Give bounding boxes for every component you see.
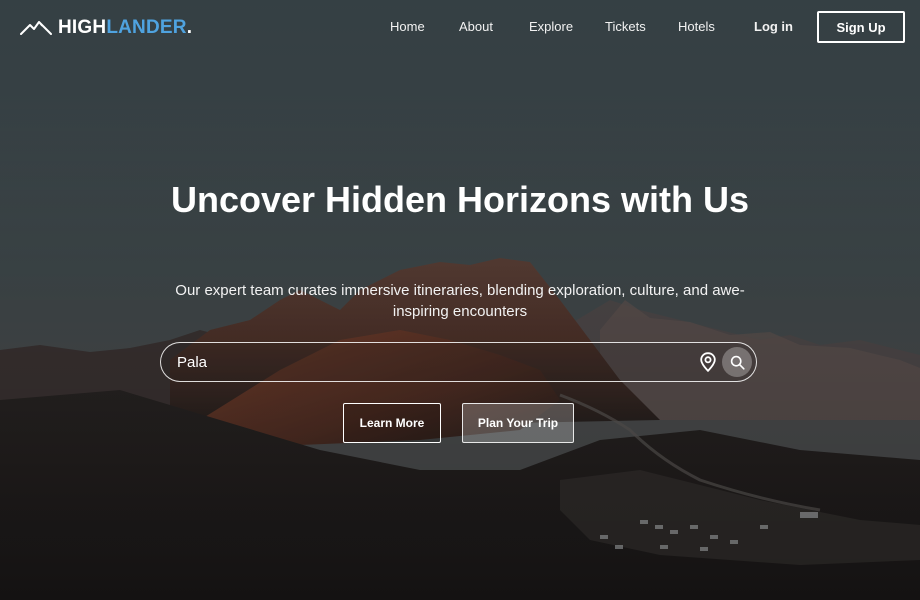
search-bar — [160, 342, 757, 382]
login-link[interactable]: Log in — [754, 19, 793, 35]
nav-link-explore[interactable]: Explore — [529, 19, 573, 35]
plan-trip-button[interactable]: Plan Your Trip — [462, 403, 574, 443]
learn-more-button[interactable]: Learn More — [343, 403, 441, 443]
hero-subtitle: Our expert team curates immersive itiner… — [175, 282, 745, 320]
location-pin-icon[interactable] — [699, 352, 717, 372]
nav-link-tickets[interactable]: Tickets — [605, 19, 646, 35]
nav-link-hotels[interactable]: Hotels — [678, 19, 715, 35]
nav-link-home[interactable]: Home — [390, 19, 425, 35]
signup-button[interactable]: Sign Up — [817, 11, 905, 43]
search-icon — [730, 355, 745, 370]
search-button[interactable] — [722, 347, 752, 377]
navbar: HIGHLANDER. Home About Explore Tickets H… — [0, 0, 920, 54]
search-input[interactable] — [177, 351, 677, 373]
hero-title: Uncover Hidden Horizons with Us — [170, 179, 750, 220]
nav-links: Home About Explore Tickets Hotels Log in — [0, 19, 920, 37]
nav-link-about[interactable]: About — [459, 19, 493, 35]
